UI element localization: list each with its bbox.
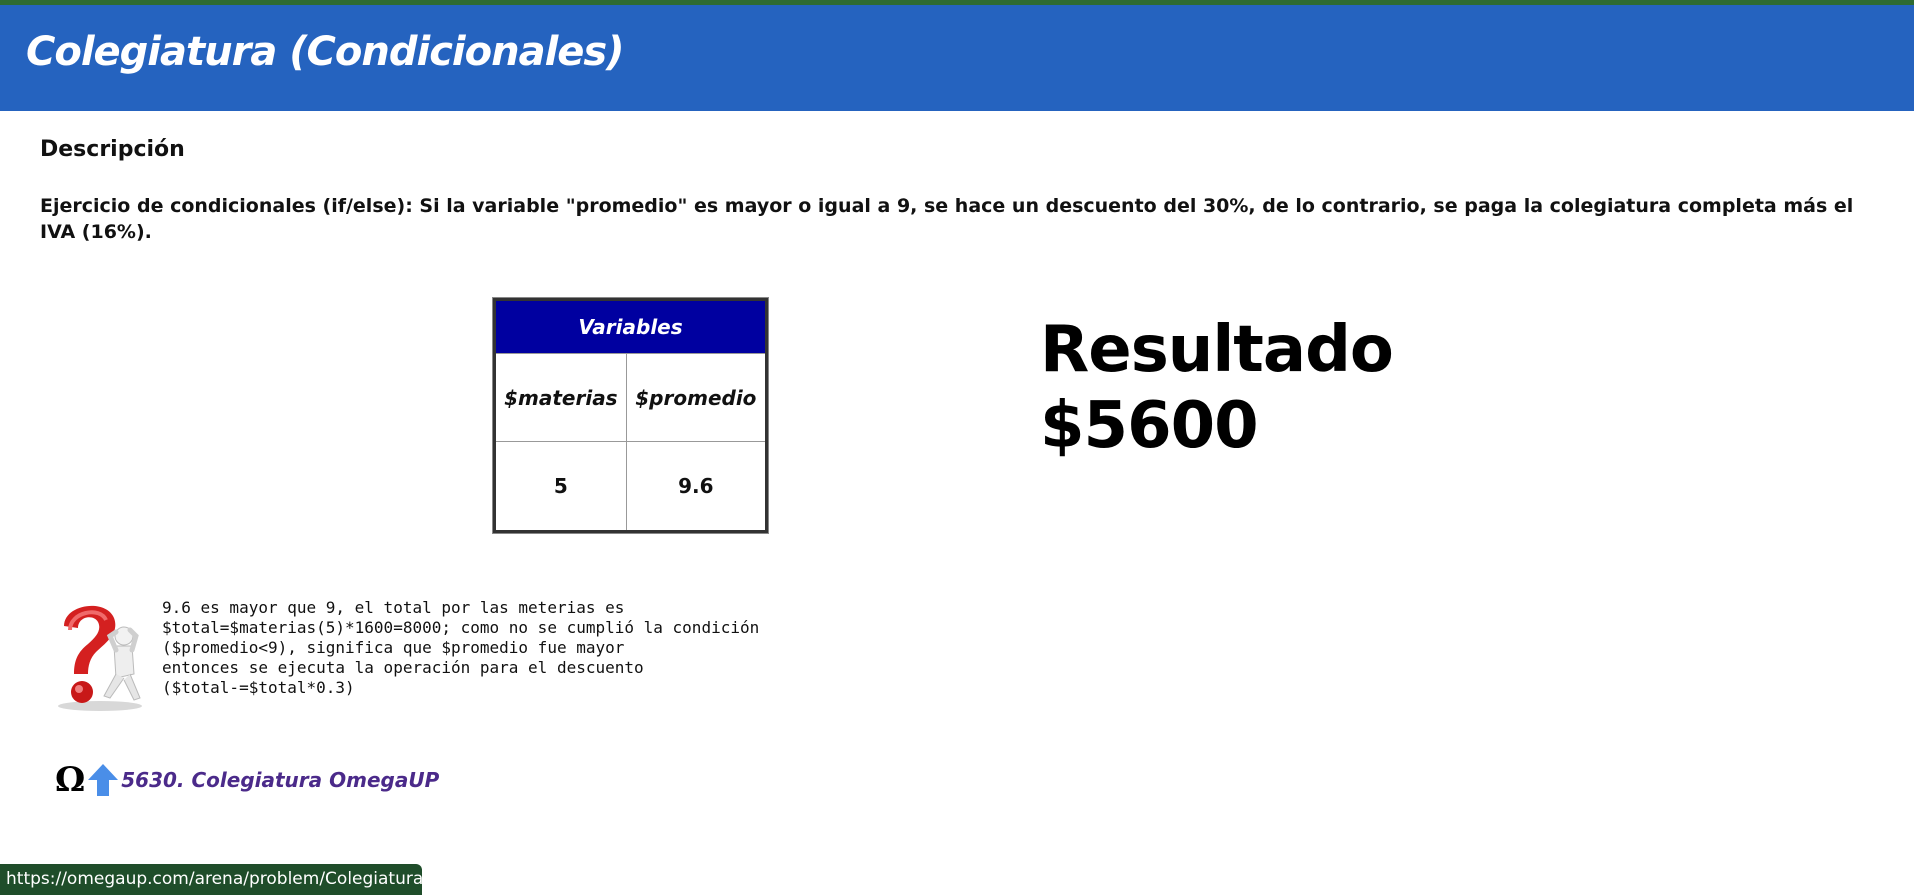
variable-name-promedio: $promedio — [625, 353, 768, 442]
result-block: Resultado $5600 — [1040, 312, 1394, 464]
thinking-person-question-mark-icon — [58, 605, 142, 711]
explanation-line: entonces se ejecuta la operación para el… — [162, 658, 644, 677]
page-title: Colegiatura (Condicionales) — [26, 29, 624, 75]
description-text: Ejercicio de condicionales (if/else): Si… — [40, 195, 1854, 243]
problem-link[interactable]: 5630. Colegiatura OmegaUP — [121, 768, 439, 792]
explanation-line: ($total-=$total*0.3) — [162, 678, 355, 697]
result-label: Resultado — [1040, 313, 1394, 387]
omega-icon[interactable]: Ω — [55, 760, 85, 800]
status-bar-url: https://omegaup.com/arena/problem/Colegi… — [0, 864, 429, 895]
up-arrow-icon[interactable] — [87, 763, 119, 797]
variables-table: Variables $materias $promedio 5 9.6 — [493, 298, 768, 533]
explanation-line: ($promedio<9), significa que $promedio f… — [162, 638, 625, 657]
result-value: $5600 — [1040, 389, 1259, 463]
variable-name-materias: $materias — [494, 353, 627, 442]
variable-value-materias: 5 — [494, 441, 627, 532]
explanation-line: 9.6 es mayor que 9, el total por las met… — [162, 598, 625, 617]
description-heading: Descripción — [40, 137, 185, 162]
explanation-line: $total=$materias(5)*1600=8000; como no s… — [162, 618, 760, 637]
page-header: Colegiatura (Condicionales) — [0, 5, 1914, 111]
variable-value-promedio: 9.6 — [625, 441, 768, 532]
variables-table-title: Variables — [494, 299, 767, 354]
problem-link-row[interactable]: Ω 5630. Colegiatura OmegaUP — [55, 760, 439, 800]
explanation-text: 9.6 es mayor que 9, el total por las met… — [162, 598, 759, 698]
